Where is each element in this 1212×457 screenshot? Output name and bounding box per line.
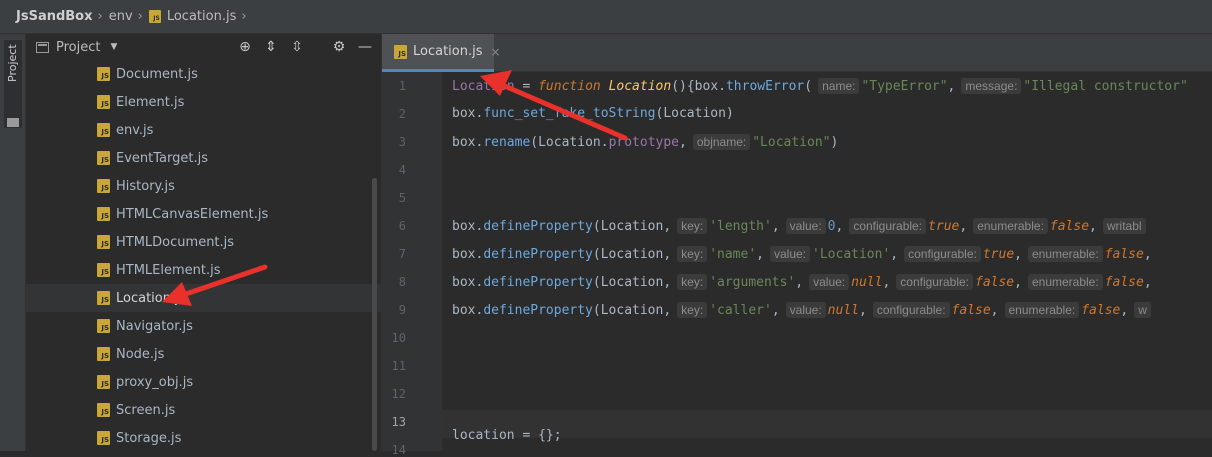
js-file-icon: JS — [97, 67, 110, 81]
js-file-icon: JS — [394, 44, 407, 59]
js-file-icon: JS — [97, 207, 110, 221]
hide-panel-icon[interactable]: — — [357, 39, 373, 55]
line-number: 10 — [391, 331, 406, 345]
file-tree-item[interactable]: JS HTMLDocument.js — [26, 228, 382, 256]
js-file-icon: JS — [97, 431, 110, 445]
tab-label: Location.js — [413, 44, 483, 59]
chevron-right-icon: › — [97, 9, 103, 24]
line-number: 5 — [398, 191, 406, 205]
panel-toolbar: ⊕ ⇕ ⇳ ⚙ — — [237, 34, 373, 60]
js-file-icon: JS — [97, 263, 110, 277]
file-tree-item[interactable]: JS Node.js — [26, 340, 382, 368]
js-file-icon: JS — [97, 123, 110, 137]
code-line-9: box.defineProperty(Location, key:'caller'… — [452, 296, 1153, 325]
js-file-icon: JS — [97, 179, 110, 193]
breadcrumb: JsSandBox › env › JS Location.js › — [0, 0, 1212, 34]
file-tree-item[interactable]: JS HTMLElement.js — [26, 256, 382, 284]
js-file-icon: JS — [97, 95, 110, 109]
file-name: env.js — [116, 122, 154, 138]
chevron-right-icon: › — [137, 9, 143, 24]
line-number: 11 — [391, 359, 406, 373]
code-line-3: box.rename(Location.prototype, objname: "L… — [452, 134, 839, 150]
file-name: Node.js — [116, 346, 165, 362]
chevron-right-icon: › — [241, 9, 247, 24]
project-panel: Project ▼ ⊕ ⇕ ⇳ ⚙ — JS Document.js JS Eleme… — [26, 34, 382, 451]
file-name: Storage.js — [116, 430, 182, 446]
file-tree-item[interactable]: JS History.js — [26, 172, 382, 200]
file-tree-item[interactable]: JS HTMLCanvasElement.js — [26, 200, 382, 228]
js-file-icon: JS — [97, 291, 110, 305]
file-tree-item[interactable]: JS env.js — [26, 116, 382, 144]
gear-icon[interactable]: ⚙ — [331, 39, 347, 55]
folder-icon — [7, 118, 19, 127]
tool-window-strip: Project — [0, 34, 26, 451]
js-file-icon: JS — [97, 375, 110, 389]
code-line-1: Location = function Location(){box.throw… — [452, 78, 1188, 94]
file-name: Navigator.js — [116, 318, 193, 334]
file-name: proxy_obj.js — [116, 374, 194, 390]
breadcrumb-folder[interactable]: env — [109, 9, 133, 24]
line-number: 4 — [398, 163, 406, 177]
file-tree-item[interactable]: JS Element.js — [26, 88, 382, 116]
file-name: HTMLElement.js — [116, 262, 221, 278]
js-file-icon: JS — [97, 403, 110, 417]
code-area[interactable]: Location = function Location(){box.throw… — [452, 72, 1212, 451]
code-line-8: box.defineProperty(Location, key:'argumen… — [452, 274, 1152, 290]
line-number: 13 — [391, 415, 406, 429]
code-editor: JS Location.js × 1 2 3 4 5 6 7 8 9 10 11 12 13 14 Loc… — [382, 34, 1212, 457]
line-number: 7 — [398, 247, 406, 261]
project-tool-label[interactable]: Project — [6, 44, 19, 114]
line-number: 2 — [398, 107, 406, 121]
file-tree-item[interactable]: JS Document.js — [26, 60, 382, 88]
js-file-icon: JS — [97, 151, 110, 165]
file-tree-item[interactable]: JS Screen.js — [26, 396, 382, 424]
file-name: EventTarget.js — [116, 150, 208, 166]
file-name: HTMLCanvasElement.js — [116, 206, 269, 222]
project-view-selector[interactable]: Project — [56, 40, 100, 55]
project-view-icon — [36, 41, 49, 53]
line-number: 3 — [398, 135, 406, 149]
breadcrumb-project[interactable]: JsSandBox — [16, 9, 93, 24]
dropdown-arrow-icon[interactable]: ▼ — [110, 42, 117, 52]
editor-tabbar: JS Location.js × — [382, 34, 1212, 72]
code-line-2: box.func_set_fake_toString(Location) — [452, 106, 734, 121]
file-name: Screen.js — [116, 402, 176, 418]
project-panel-header: Project ▼ ⊕ ⇕ ⇳ ⚙ — — [26, 34, 381, 60]
locate-file-icon[interactable]: ⊕ — [237, 39, 253, 55]
line-number: 8 — [398, 275, 406, 289]
file-name: Location.js — [116, 290, 186, 306]
js-file-icon: JS — [148, 10, 161, 23]
file-tree-item[interactable]: JS Storage.js — [26, 424, 382, 452]
file-name: HTMLDocument.js — [116, 234, 235, 250]
file-name: Document.js — [116, 66, 198, 82]
js-file-icon: JS — [97, 319, 110, 333]
collapse-all-icon[interactable]: ⇳ — [289, 39, 305, 55]
tree-scrollbar[interactable] — [372, 178, 377, 451]
line-number: 6 — [398, 219, 406, 233]
code-line-14: location = {}; — [452, 428, 562, 443]
js-file-icon: JS — [97, 235, 110, 249]
close-icon[interactable]: × — [491, 45, 501, 59]
code-line-7: box.defineProperty(Location, key:'name', v… — [452, 246, 1152, 262]
line-number: 12 — [391, 387, 406, 401]
line-number: 1 — [398, 79, 406, 93]
file-name: History.js — [116, 178, 175, 194]
file-tree-item[interactable]: JS EventTarget.js — [26, 144, 382, 172]
file-tree-item[interactable]: JS Navigator.js — [26, 312, 382, 340]
line-number: 9 — [398, 303, 406, 317]
file-name: Element.js — [116, 94, 185, 110]
editor-tab-location-js[interactable]: JS Location.js × — [382, 34, 501, 72]
code-line-6: box.defineProperty(Location, key:'length'… — [452, 212, 1148, 241]
breadcrumb-file[interactable]: Location.js — [167, 9, 237, 24]
file-tree: JS Document.js JS Element.js JS env.js JS Event… — [26, 60, 382, 452]
line-number-gutter: 1 2 3 4 5 6 7 8 9 10 11 12 13 14 — [382, 72, 442, 457]
file-tree-item[interactable]: JS proxy_obj.js — [26, 368, 382, 396]
file-tree-item[interactable]: JS Location.js — [26, 284, 382, 312]
js-file-icon: JS — [97, 347, 110, 361]
expand-all-icon[interactable]: ⇕ — [263, 39, 279, 55]
line-number: 14 — [391, 443, 406, 457]
